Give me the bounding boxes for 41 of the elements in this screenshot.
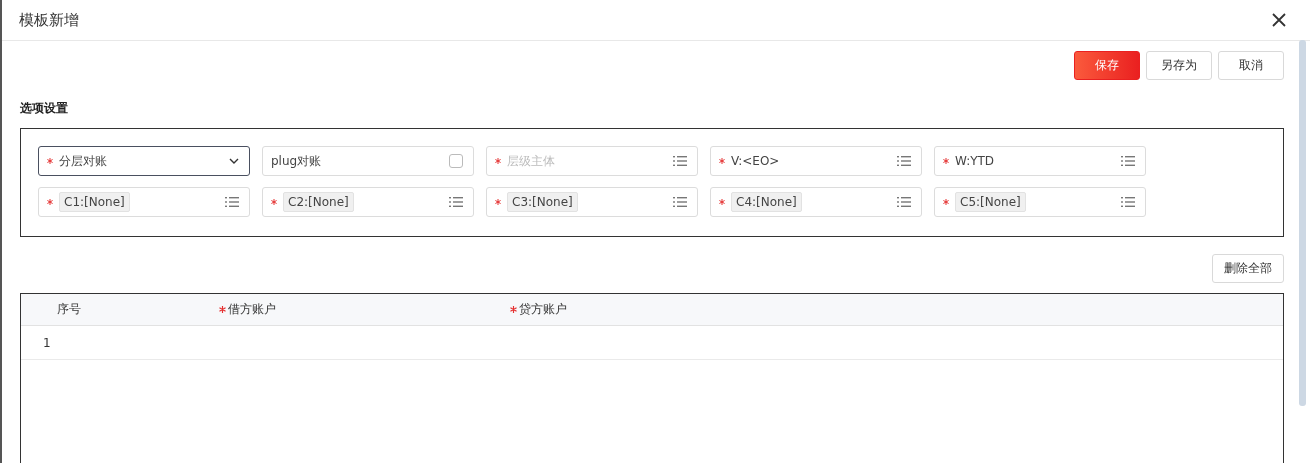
picker-field[interactable]: C4:[None]: [710, 187, 922, 217]
picker-field[interactable]: W:YTD: [934, 146, 1146, 176]
dialog-title: 模板新增: [19, 10, 79, 30]
scrollbar[interactable]: [1299, 40, 1306, 406]
column-header: 借方账户: [228, 301, 276, 318]
picker-field[interactable]: V:<EO>: [710, 146, 922, 176]
select-field[interactable]: 分层对账: [38, 146, 250, 176]
list-icon[interactable]: [449, 196, 463, 208]
list-icon[interactable]: [673, 155, 687, 167]
list-icon[interactable]: [1121, 155, 1135, 167]
picker-field[interactable]: C5:[None]: [934, 187, 1146, 217]
value-tag: C2:[None]: [283, 192, 354, 212]
column-header: 序号: [57, 301, 81, 318]
picker-field[interactable]: C1:[None]: [38, 187, 250, 217]
close-icon[interactable]: [1272, 13, 1286, 27]
value-tag: C5:[None]: [955, 192, 1026, 212]
field-value: 分层对账: [59, 152, 107, 170]
list-icon[interactable]: [225, 196, 239, 208]
column-header: 贷方账户: [519, 301, 567, 318]
section-title: 选项设置: [20, 100, 69, 117]
value-tag: C3:[None]: [507, 192, 578, 212]
delete-all-button[interactable]: 删除全部: [1212, 254, 1284, 283]
list-icon[interactable]: [1121, 196, 1135, 208]
checkbox[interactable]: [449, 154, 463, 168]
field-value: W:YTD: [955, 154, 995, 168]
field-value: V:<EO>: [731, 154, 780, 168]
action-button[interactable]: 保存: [1074, 51, 1140, 80]
picker-field[interactable]: C3:[None]: [486, 187, 698, 217]
action-button[interactable]: 取消: [1218, 51, 1284, 80]
value-tag: C4:[None]: [731, 192, 802, 212]
checkbox-field[interactable]: plug对账: [262, 146, 474, 176]
list-icon[interactable]: [897, 196, 911, 208]
list-icon[interactable]: [673, 196, 687, 208]
value-tag: C1:[None]: [59, 192, 130, 212]
chevron-down-icon: [229, 158, 239, 164]
table-cell: 1: [43, 335, 51, 350]
action-button[interactable]: 另存为: [1146, 51, 1212, 80]
list-icon[interactable]: [897, 155, 911, 167]
picker-field[interactable]: C2:[None]: [262, 187, 474, 217]
field-value: plug对账: [271, 152, 322, 170]
field-placeholder: 层级主体: [507, 152, 555, 170]
